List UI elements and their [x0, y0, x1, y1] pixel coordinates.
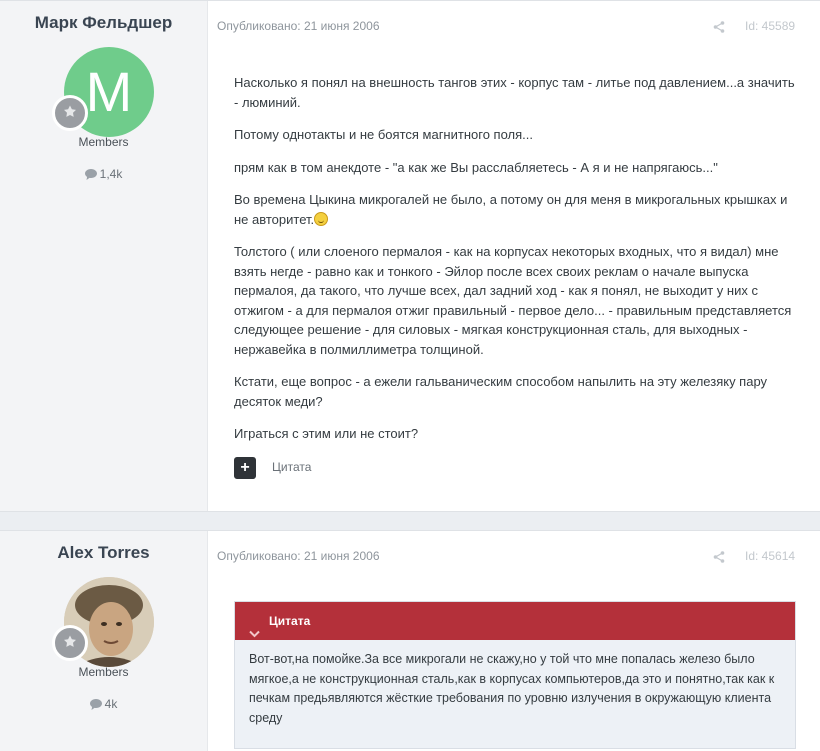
comment-icon — [89, 699, 102, 710]
paragraph: Потому однотакты и не боятся магнитного … — [234, 127, 533, 142]
post-date: Опубликовано: 21 июня 2006 — [217, 19, 380, 33]
share-icon[interactable] — [713, 550, 725, 568]
paragraph: прям как в том анекдоте - "а как же Вы р… — [234, 159, 718, 175]
post-body: Насколько я понял на внешность тангов эт… — [234, 73, 799, 457]
author-panel: Alex Torres Members 4k — [0, 531, 208, 751]
author-name[interactable]: Alex Torres — [0, 543, 207, 563]
post: Alex Torres Members 4k Опубликовано: 21 … — [0, 530, 820, 751]
post-id: Id: 45589 — [745, 19, 796, 33]
quote-block: Цитата Вот-вот,на помойке.За все микрога… — [234, 601, 796, 749]
post-count: 4k — [0, 697, 207, 711]
author-panel: Марк Фельдшер M Members 1,4k — [0, 1, 208, 511]
post-count-value: 1,4k — [99, 167, 123, 181]
quote-link[interactable]: Цитата — [272, 460, 311, 474]
author-name[interactable]: Марк Фельдшер — [0, 13, 207, 33]
post-count: 1,4k — [0, 167, 207, 181]
chevron-down-icon[interactable] — [249, 615, 260, 653]
post-count-value: 4k — [104, 697, 118, 711]
quote-text: Вот-вот,на помойке.За все микрогали не с… — [249, 652, 775, 725]
rank-badge-icon — [52, 95, 88, 131]
member-group: Members — [78, 135, 129, 149]
paragraph-with-emoji: Во времена Цыкина микрогалей не было, а … — [234, 190, 799, 229]
paragraph: Играться с этим или не стоит? — [234, 426, 419, 441]
quote-title: Цитата — [269, 614, 311, 628]
grinning-face-icon — [314, 211, 329, 226]
paragraph: Толстого ( или слоеного пермалоя - как н… — [234, 244, 792, 357]
paragraph: Кстати, еще вопрос - а ежели гальваничес… — [234, 374, 768, 409]
rank-badge-icon — [52, 625, 88, 661]
member-group: Members — [78, 665, 129, 679]
paragraph: Насколько я понял на внешность тангов эт… — [234, 75, 795, 110]
quote-header[interactable]: Цитата — [235, 602, 795, 640]
post: Марк Фельдшер M Members 1,4k Опубликован… — [0, 0, 820, 512]
post-date: Опубликовано: 21 июня 2006 — [217, 549, 380, 563]
share-icon[interactable] — [713, 20, 725, 38]
multiquote-plus-button[interactable]: + — [234, 457, 256, 479]
comment-icon — [84, 169, 97, 180]
post-id: Id: 45614 — [745, 549, 796, 563]
